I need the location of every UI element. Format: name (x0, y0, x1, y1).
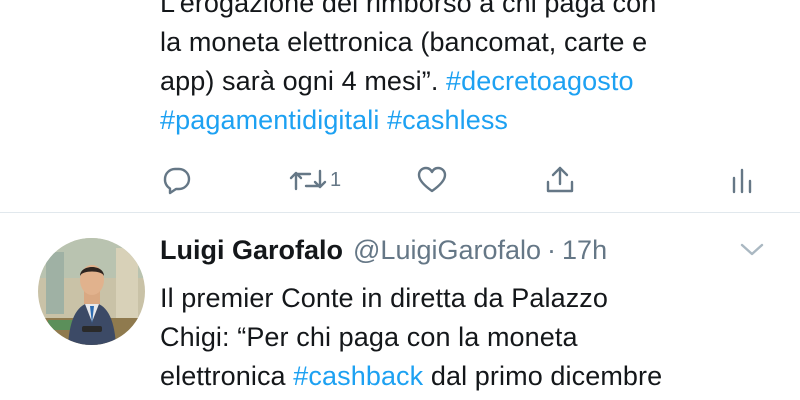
text-span: dal primo dicembre (423, 361, 663, 391)
chevron-down-icon (738, 243, 766, 264)
tweet-line: elettronica #cashback dal primo dicembre (160, 357, 760, 396)
avatar[interactable] (38, 238, 145, 345)
text-span: la moneta elettronica (bancomat, carte e (160, 27, 648, 57)
reply-icon (162, 165, 192, 195)
like-button[interactable] (416, 160, 448, 200)
tweet-timestamp[interactable]: 17h (562, 235, 607, 266)
share-button[interactable] (544, 160, 576, 200)
hashtag-link-cashless[interactable]: #cashless (387, 105, 508, 135)
tweet-text: Il premier Conte in diretta da Palazzo C… (160, 279, 760, 396)
tweet-line: Il premier Conte in diretta da Palazzo (160, 279, 760, 318)
text-span (379, 105, 387, 135)
tweet-line: la moneta elettronica (bancomat, carte e (160, 23, 760, 62)
tweet-line: Chigi: “Per chi paga con la moneta (160, 318, 760, 357)
text-span: app) sarà ogni 4 mesi”. (160, 66, 447, 96)
tweet-line: #pagamentidigitali #cashless (160, 101, 760, 140)
retweet-icon (288, 165, 328, 195)
author-name[interactable]: Luigi Garofalo (160, 235, 343, 266)
hashtag-link-pagamentidigitali[interactable]: #pagamentidigitali (160, 105, 379, 135)
text-span: Chigi: “Per chi paga con la moneta (160, 322, 578, 352)
retweet-count: 1 (330, 168, 342, 191)
separator-dot: · (547, 234, 557, 265)
text-span: L’erogazione del rimborso a chi paga con (160, 0, 657, 18)
tweet-text: L’erogazione del rimborso a chi paga con… (160, 0, 760, 140)
author-handle[interactable]: @LuigiGarofalo (353, 235, 541, 266)
share-icon (544, 164, 576, 196)
retweet-button[interactable]: 1 (288, 160, 341, 200)
tweet-header: Luigi Garofalo @LuigiGarofalo · 17h (160, 230, 607, 270)
analytics-icon (730, 164, 754, 196)
heart-icon (416, 165, 448, 195)
tweet-divider (0, 212, 800, 213)
reply-button[interactable] (162, 160, 192, 200)
tweet-line: L’erogazione del rimborso a chi paga con (160, 0, 760, 23)
tweet-action-bar: 1 (160, 160, 760, 200)
text-span: elettronica (160, 361, 294, 391)
hashtag-link-cashback[interactable]: #cashback (293, 361, 423, 391)
tweet-menu-button[interactable] (738, 240, 766, 260)
text-span: Il premier Conte in diretta da Palazzo (160, 283, 609, 313)
tweet-line: app) sarà ogni 4 mesi”. #decretoagosto (160, 62, 760, 101)
analytics-button[interactable] (730, 160, 754, 200)
hashtag-link-decretoagosto[interactable]: #decretoagosto (446, 66, 634, 96)
